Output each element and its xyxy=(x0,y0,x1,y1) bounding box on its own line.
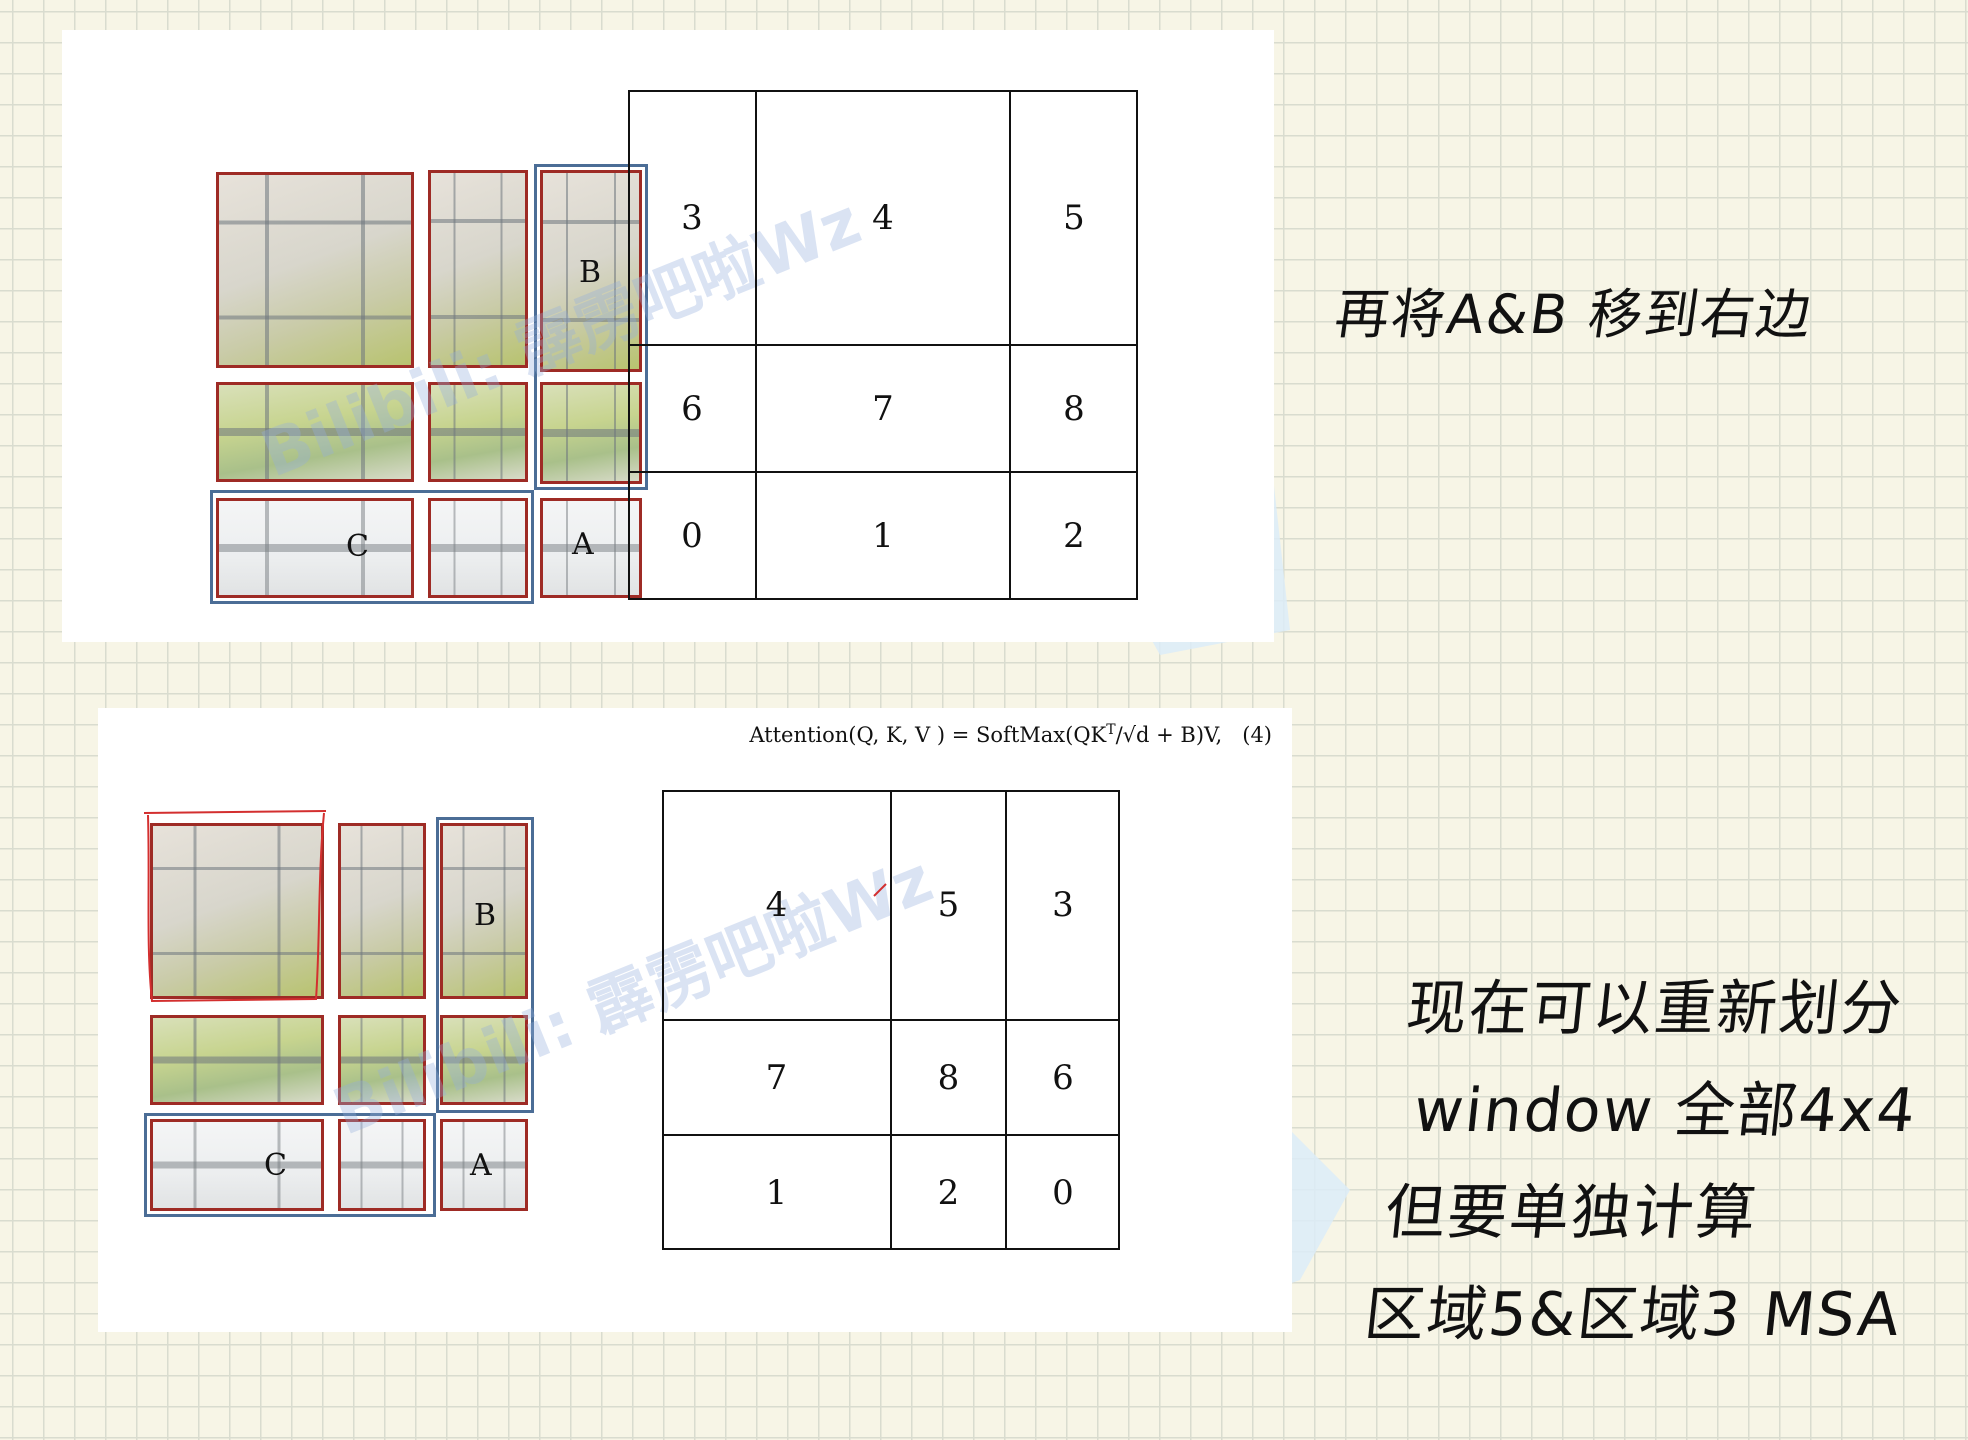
grid-cell: 8 xyxy=(1010,345,1138,472)
grid-cell: 2 xyxy=(1010,472,1138,600)
region-a-label: A xyxy=(572,527,594,562)
cell-index: 4 xyxy=(765,885,788,925)
cell-index: 2 xyxy=(937,1172,960,1213)
cell-index: 0 xyxy=(681,516,703,556)
cell-index: 3 xyxy=(681,197,703,238)
formula-lhs: Attention(Q, K, V ) = SoftMax(QK xyxy=(749,723,1107,747)
cell-index: 0 xyxy=(1052,1172,1074,1213)
grid-cell: 3 xyxy=(1006,790,1120,1020)
patch-tile xyxy=(338,823,426,999)
patch-tile xyxy=(150,1015,324,1105)
window-index-grid: 3 4 5 6 7 8 0 1 2 xyxy=(628,90,1138,600)
patch-tile xyxy=(216,172,414,368)
cell-index: 5 xyxy=(937,885,960,925)
grid-cell: 5 xyxy=(1010,90,1138,345)
region-c-label: C xyxy=(346,529,369,564)
note-line: 但要单独计算 xyxy=(1381,1178,1762,1248)
cell-index: 4 xyxy=(872,197,894,238)
cell-index: 3 xyxy=(1052,885,1074,925)
patch-tile xyxy=(338,1015,426,1105)
grid-cell: 1 xyxy=(662,1135,891,1250)
hand-drawn-highlight xyxy=(143,810,327,1003)
region-c-outline xyxy=(210,490,534,604)
cell-index: 5 xyxy=(1063,197,1085,238)
cell-index: 1 xyxy=(765,1172,788,1213)
note-line: 现在可以重新划分 xyxy=(1403,974,1907,1044)
slide-top: B C A Bilibili: 霹雳吧啦Wz 3 4 5 6 7 8 0 1 2 xyxy=(62,30,1274,642)
patch-tile xyxy=(428,170,528,368)
cell-index: 1 xyxy=(872,516,894,556)
cell-index: 8 xyxy=(937,1057,960,1098)
cell-index: 8 xyxy=(1063,388,1085,429)
grid-cell: 6 xyxy=(628,345,756,472)
grid-cell: 0 xyxy=(1006,1135,1120,1250)
cell-index: 6 xyxy=(681,388,703,429)
grid-cell: 4 xyxy=(662,790,891,1020)
handwritten-note-bottom: 现在可以重新划分 window 全部4x4 但要单独计算 区域5&区域3 MSA xyxy=(1361,960,1968,1380)
cell-index: 6 xyxy=(1052,1057,1074,1098)
formula-mid: /√d + B)V, xyxy=(1115,723,1223,747)
cell-index: 7 xyxy=(765,1057,788,1098)
grid-cell: 8 xyxy=(891,1020,1006,1135)
region-c-outline xyxy=(144,1113,436,1217)
patch-tile xyxy=(216,382,414,482)
handwritten-note-top: 再将A&B 移到右边 xyxy=(1330,283,1817,346)
region-a-label: A xyxy=(470,1148,492,1183)
cell-index: 7 xyxy=(872,388,894,429)
region-b-outline xyxy=(436,817,534,1113)
grid-cell: 6 xyxy=(1006,1020,1120,1135)
patch-tile xyxy=(428,382,528,482)
region-c-label: C xyxy=(264,1148,287,1183)
grid-cell: 3 xyxy=(628,90,756,345)
note-line: window 全部4x4 xyxy=(1410,1076,1921,1146)
equation-number: (4) xyxy=(1242,723,1272,747)
region-b-label: B xyxy=(474,898,497,933)
window-partition-figure: B C A xyxy=(144,134,648,604)
grid-cell: 4 xyxy=(756,90,1010,345)
formula-sup: T xyxy=(1106,722,1116,738)
region-b-label: B xyxy=(579,255,602,290)
window-index-grid: 4 5 3 7 8 6 1 2 0 xyxy=(662,790,1120,1250)
cell-index: 2 xyxy=(1063,516,1085,556)
note-line: 区域5&区域3 MSA xyxy=(1361,1280,1905,1350)
grid-cell: 2 xyxy=(891,1135,1006,1250)
attention-formula: Attention(Q, K, V ) = SoftMax(QKT/√d + B… xyxy=(749,722,1272,747)
pen-tick-mark xyxy=(873,883,887,897)
slide-bottom: Attention(Q, K, V ) = SoftMax(QKT/√d + B… xyxy=(98,708,1292,1332)
window-partition-figure: B C A xyxy=(140,810,534,1255)
grid-cell: 7 xyxy=(756,345,1010,472)
grid-cell: 7 xyxy=(662,1020,891,1135)
grid-cell: 0 xyxy=(628,472,756,600)
grid-cell: 1 xyxy=(756,472,1010,600)
grid-cell: 5 xyxy=(891,790,1006,1020)
